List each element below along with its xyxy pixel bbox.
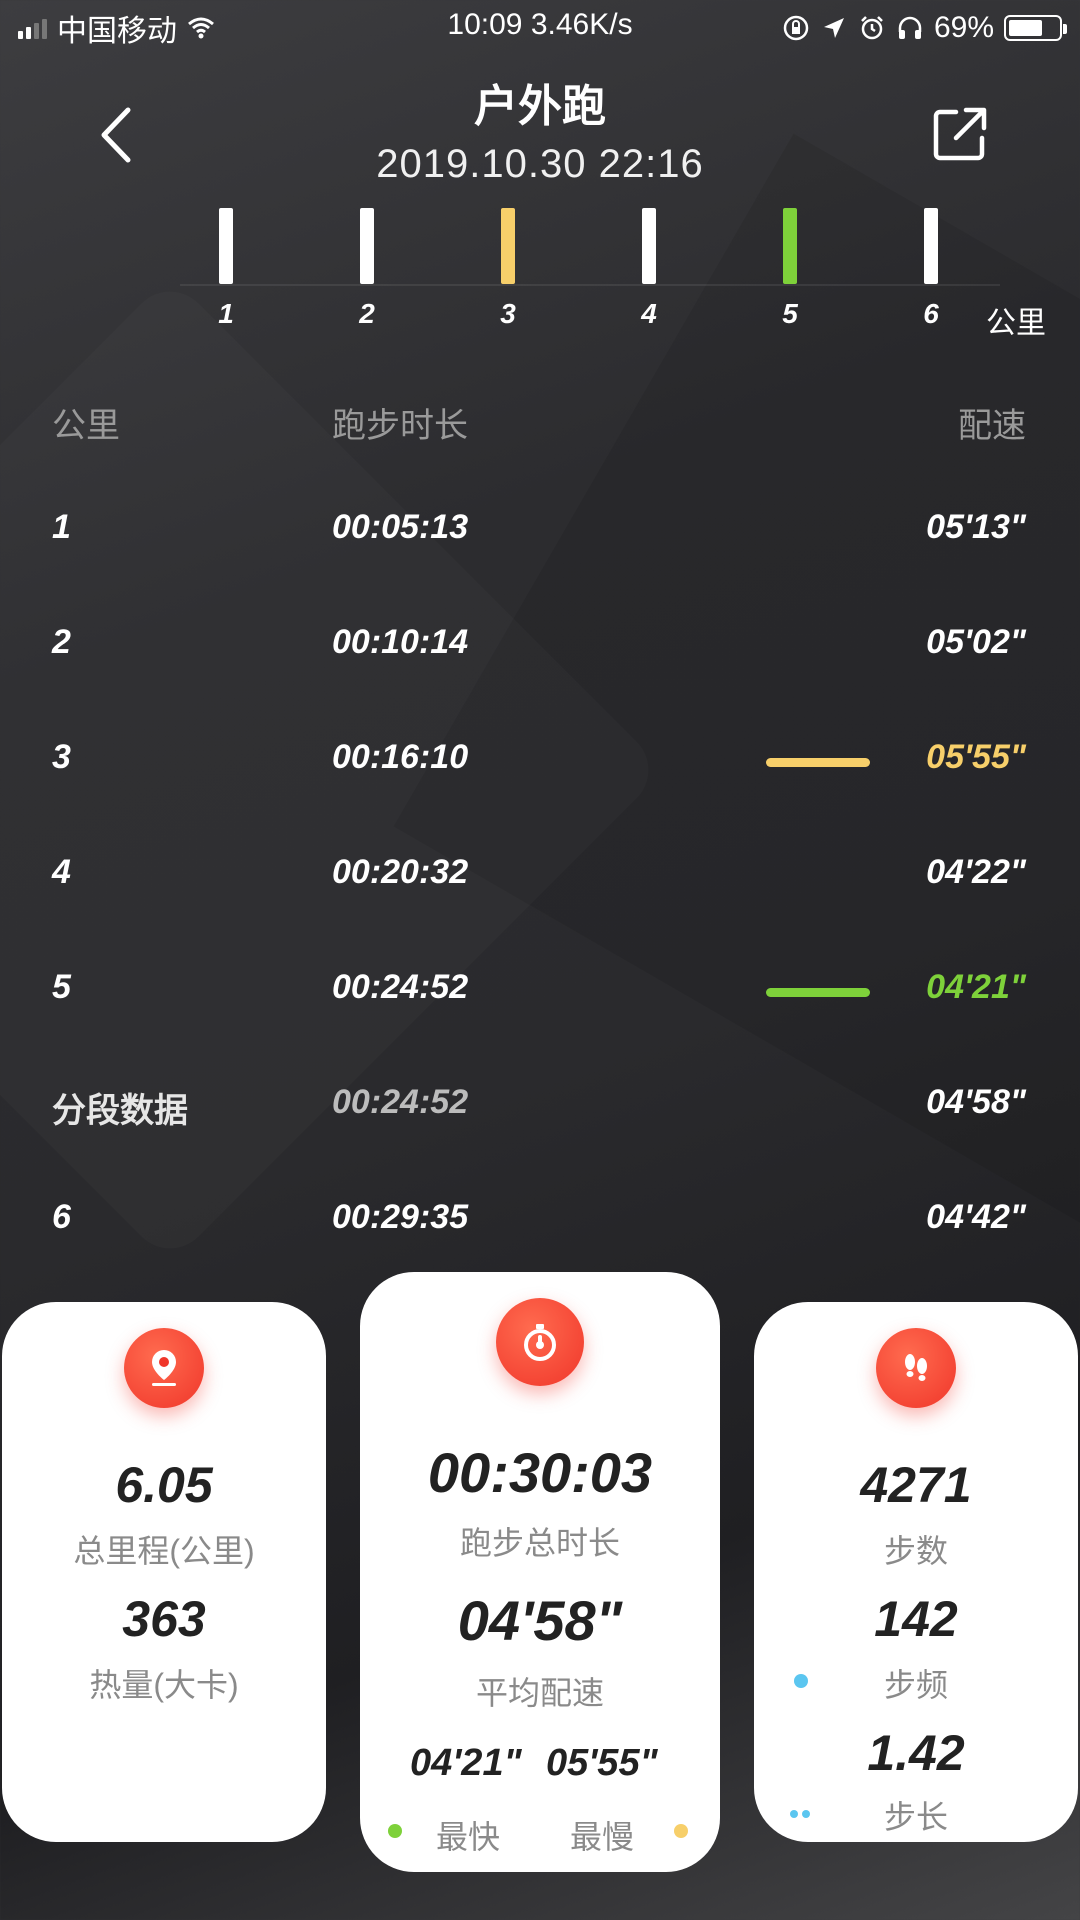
total-run-time-label: 跑步总时长 [459,1525,620,1561]
calories-label: 热量(大卡) [89,1667,239,1703]
km-bar-label: 6 [923,298,939,329]
steps-card: 4271 步数 142 步频 1.42 步长 [754,1302,1078,1842]
split-pace: 05'13" [926,508,1026,546]
stopwatch-icon [496,1298,584,1386]
split-pace: 05'55" [926,738,1026,776]
split-pace: 05'02" [926,623,1026,661]
footprints-icon [876,1328,956,1408]
total-distance-label: 总里程(公里) [73,1533,255,1569]
km-bar [642,208,656,284]
km-split-chart: 公里 1 2 3 4 5 6 [0,200,1080,340]
average-pace-label: 平均配速 [475,1675,604,1711]
total-run-time: 00:30:03 [427,1441,653,1504]
distance-calories-card: 6.05 总里程(公里) 363 热量(大卡) [2,1302,326,1842]
fastest-pace-indicator [766,988,870,997]
battery-icon [1004,15,1067,41]
stride-value: 1.42 [867,1725,965,1781]
split-km: 1 [52,508,71,546]
steps-value: 4271 [860,1457,972,1513]
slowest-label: 最慢 [570,1819,635,1855]
km-bar-label: 5 [782,298,798,329]
split-row[interactable]: 5 00:24:52 04'21" [0,960,1080,1020]
slowest-pace: 05'55" [546,1742,658,1784]
split-pace: 04'58" [926,1083,1026,1121]
header-pace: 配速 [958,407,1026,445]
split-time: 00:16:10 [332,738,469,776]
km-bar [783,208,797,284]
split-time: 00:24:52 [332,1083,469,1121]
chart-baseline [180,284,1000,286]
km-bar-label: 1 [218,298,234,329]
split-row[interactable]: 分段数据 00:24:52 04'58" [0,1075,1080,1135]
km-bar [501,208,515,284]
total-distance: 6.05 [115,1457,213,1513]
split-row[interactable]: 3 00:16:10 05'55" [0,730,1080,790]
km-bar [360,208,374,284]
split-row[interactable]: 2 00:10:14 05'02" [0,615,1080,675]
split-time: 00:24:52 [332,968,469,1006]
split-km: 2 [52,623,71,661]
split-km: 5 [52,968,71,1006]
stride-label: 步长 [883,1799,948,1835]
page-title: 户外跑 [474,82,606,131]
split-km: 4 [52,853,71,891]
split-pace: 04'22" [926,853,1026,891]
slowest-pace-indicator [766,758,870,767]
chart-unit-label: 公里 [986,307,1046,340]
slowest-dot [674,1824,688,1838]
average-pace: 04'58" [457,1589,623,1652]
split-time: 00:10:14 [332,623,469,661]
header-duration: 跑步时长 [332,407,468,445]
km-bar-label: 3 [500,298,516,329]
fastest-pace: 04'21" [410,1742,522,1784]
split-table-header: 公里 跑步时长 配速 [0,398,1080,445]
split-pace: 04'42" [926,1198,1026,1236]
cadence-value: 142 [874,1591,958,1647]
share-icon[interactable] [930,104,990,164]
location-pin-icon [124,1328,204,1408]
km-bar [219,208,233,284]
time-pace-card: 00:30:03 跑步总时长 04'58" 平均配速 04'21" 05'55"… [360,1272,720,1872]
fastest-dot [388,1824,402,1838]
split-time: 00:05:13 [332,508,469,546]
split-pace: 04'21" [926,968,1026,1006]
status-time: 10:09 3.46K/s [447,8,633,41]
cadence-label: 步频 [883,1667,948,1703]
status-bar: 中国移动 10:09 3.46K/s 69% [0,0,1080,56]
steps-label: 步数 [883,1533,948,1569]
km-bar [924,208,938,284]
calories-value: 363 [122,1591,206,1647]
split-row[interactable]: 4 00:20:32 04'22" [0,845,1080,905]
km-bar-label: 2 [359,298,375,329]
split-km: 分段数据 [52,1092,188,1130]
split-row[interactable]: 1 00:05:13 05'13" [0,500,1080,560]
split-time: 00:20:32 [332,853,469,891]
km-bar-label: 4 [641,298,657,329]
split-km: 6 [52,1198,71,1236]
split-time: 00:29:35 [332,1198,469,1236]
fastest-label: 最快 [436,1819,501,1855]
header-km: 公里 [52,407,120,445]
split-row[interactable]: 6 00:29:35 04'42" [0,1190,1080,1250]
split-km: 3 [52,738,71,776]
run-datetime: 2019.10.30 22:16 [376,142,704,186]
